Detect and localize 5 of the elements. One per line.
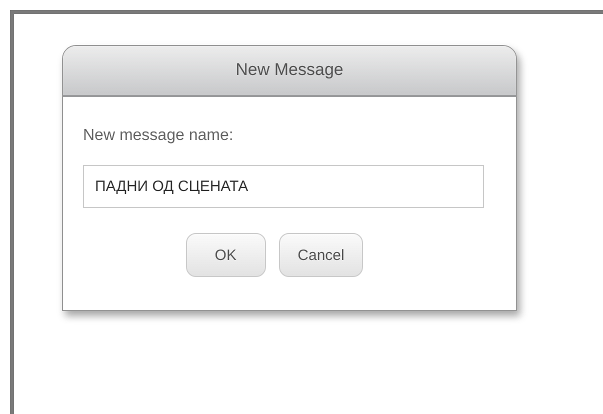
prompt-label: New message name: bbox=[83, 127, 234, 145]
dialog-button[interactable]: OK bbox=[186, 233, 266, 277]
dialog-button[interactable]: Cancel bbox=[278, 233, 364, 277]
input-field[interactable]: ПАДНИ ОД СЦЕНАТА bbox=[83, 165, 484, 208]
dialog-title: New Message bbox=[63, 46, 516, 97]
